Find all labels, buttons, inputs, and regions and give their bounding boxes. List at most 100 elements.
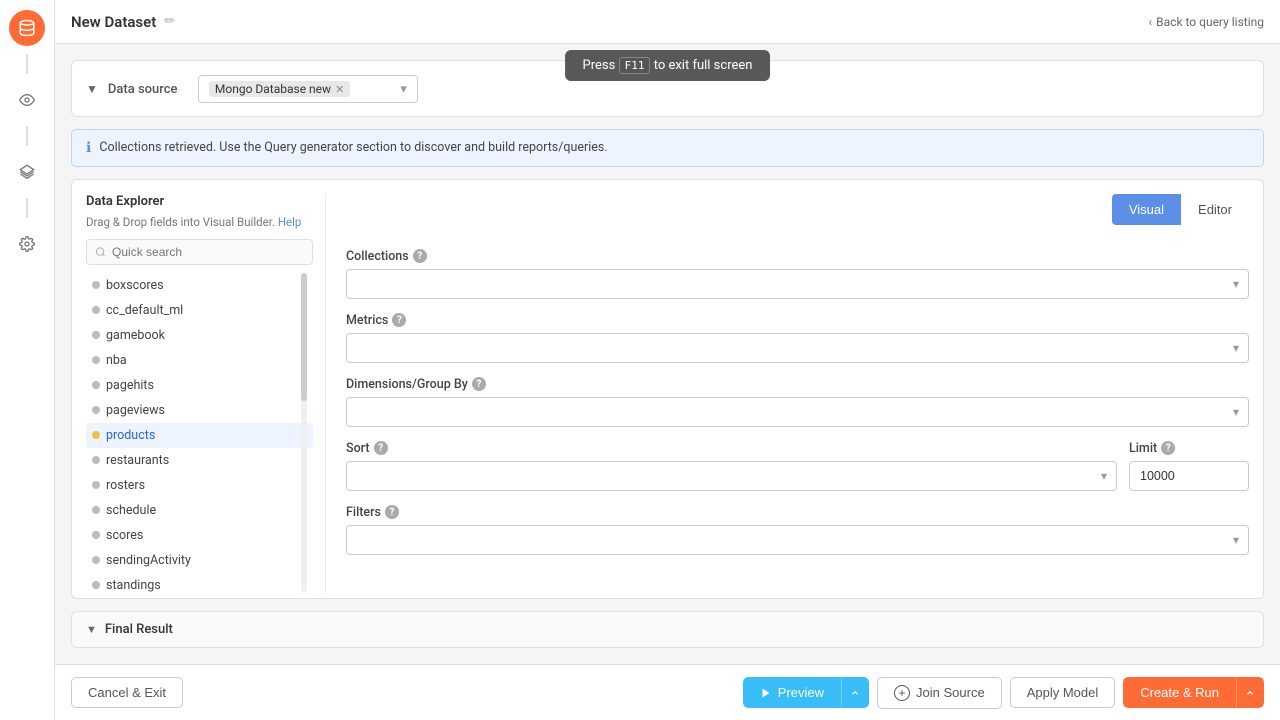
search-icon	[95, 246, 106, 258]
filters-select[interactable]	[346, 525, 1249, 555]
collection-item[interactable]: schedule	[86, 498, 313, 523]
join-source-button[interactable]: + Join Source	[877, 677, 1002, 709]
collection-dot	[92, 306, 100, 314]
cancel-exit-button[interactable]: Cancel & Exit	[71, 677, 183, 708]
sidebar-connector-2	[26, 126, 28, 146]
create-run-button[interactable]: Create & Run	[1123, 677, 1236, 708]
top-header: New Dataset ✏ ‹ Back to query listing	[55, 0, 1280, 44]
metrics-select-wrapper[interactable]	[346, 333, 1249, 363]
sidebar-icon-eye[interactable]	[9, 82, 45, 118]
back-link[interactable]: ‹ Back to query listing	[1149, 15, 1264, 29]
search-input[interactable]	[112, 245, 304, 259]
sidebar	[0, 0, 55, 720]
info-icon: ℹ	[86, 140, 91, 156]
collection-item[interactable]: restaurants	[86, 448, 313, 473]
explorer-layout: Data Explorer Drag & Drop fields into Vi…	[86, 194, 1249, 593]
page-title: New Dataset	[71, 13, 156, 31]
final-result-chevron[interactable]: ▼	[86, 623, 97, 636]
datasource-dropdown-icon: ▾	[400, 82, 407, 97]
collections-label: Collections ?	[346, 249, 1249, 264]
back-link-label: Back to query listing	[1156, 15, 1264, 29]
collection-item[interactable]: nba	[86, 348, 313, 373]
collection-item[interactable]: pageviews	[86, 398, 313, 423]
preview-dropdown-button[interactable]	[841, 677, 869, 708]
collections-select-wrapper[interactable]	[346, 269, 1249, 299]
right-toolbar: Preview + Join Source Apply Model Create…	[743, 677, 1264, 709]
dimensions-select[interactable]	[346, 397, 1249, 427]
explorer-panel: Data Explorer Drag & Drop fields into Vi…	[71, 179, 1264, 599]
datasource-tag-remove[interactable]: ✕	[335, 83, 344, 96]
search-box[interactable]	[86, 239, 313, 265]
sort-select-wrapper[interactable]	[346, 461, 1117, 491]
apply-model-button[interactable]: Apply Model	[1010, 677, 1116, 708]
view-visual-btn[interactable]: Visual	[1112, 194, 1181, 225]
dimensions-help-icon[interactable]: ?	[472, 377, 486, 391]
collections-select[interactable]	[346, 269, 1249, 299]
sidebar-icon-layers[interactable]	[9, 154, 45, 190]
filters-label: Filters ?	[346, 505, 1249, 520]
collection-dot	[92, 456, 100, 464]
join-plus-icon: +	[894, 685, 910, 701]
collection-item[interactable]: pagehits	[86, 373, 313, 398]
limit-input[interactable]	[1129, 461, 1249, 491]
collection-name: cc_default_ml	[106, 303, 183, 318]
collection-item[interactable]: standings	[86, 573, 313, 593]
info-banner: ℹ Collections retrieved. Use the Query g…	[71, 129, 1264, 167]
datasource-chevron[interactable]: ▼	[86, 82, 98, 96]
collection-dot	[92, 356, 100, 364]
sidebar-icon-settings[interactable]	[9, 226, 45, 262]
collection-item[interactable]: products	[86, 423, 313, 448]
collection-item[interactable]: scores	[86, 523, 313, 548]
filters-select-wrapper[interactable]	[346, 525, 1249, 555]
collection-name: rosters	[106, 478, 145, 493]
query-builder: Visual Editor Collections ?	[326, 194, 1249, 593]
collection-name: nba	[106, 353, 127, 368]
final-result-header: ▼ Final Result	[72, 612, 1263, 648]
edit-icon[interactable]: ✏	[164, 14, 175, 29]
dimensions-select-wrapper[interactable]	[346, 397, 1249, 427]
help-link[interactable]: Help	[278, 215, 302, 229]
metrics-label: Metrics ?	[346, 313, 1249, 328]
collection-item[interactable]: cc_default_ml	[86, 298, 313, 323]
collection-name: pagehits	[106, 378, 154, 393]
metrics-help-icon[interactable]: ?	[392, 313, 406, 327]
collection-name: scores	[106, 528, 143, 543]
collection-name: pageviews	[106, 403, 165, 418]
keyboard-shortcut: F11	[619, 57, 651, 74]
view-editor-btn[interactable]: Editor	[1181, 194, 1249, 225]
view-toggle-row: Visual Editor	[346, 194, 1249, 239]
scroll-thumb	[301, 273, 307, 401]
create-run-dropdown-button[interactable]	[1236, 677, 1264, 708]
dimensions-label: Dimensions/Group By ?	[346, 377, 1249, 392]
collection-dot	[92, 331, 100, 339]
explorer-title: Data Explorer	[86, 194, 313, 209]
preview-btn-group: Preview	[743, 677, 869, 708]
collection-dot	[92, 531, 100, 539]
limit-help-icon[interactable]: ?	[1161, 441, 1175, 455]
collection-item[interactable]: rosters	[86, 473, 313, 498]
explorer-panel-body: Data Explorer Drag & Drop fields into Vi…	[72, 180, 1263, 599]
collection-dot	[92, 281, 100, 289]
filters-section: Filters ?	[346, 505, 1249, 555]
collection-item[interactable]: gamebook	[86, 323, 313, 348]
datasource-select[interactable]: Mongo Database new ✕ ▾	[198, 75, 418, 103]
limit-label: Limit ?	[1129, 441, 1249, 456]
filters-help-icon[interactable]: ?	[385, 505, 399, 519]
fullscreen-toast: Press F11 to exit full screen	[565, 50, 771, 81]
sort-label: Sort ?	[346, 441, 1117, 456]
collections-section: Collections ?	[346, 249, 1249, 299]
sidebar-icon-database[interactable]	[9, 10, 45, 46]
collection-item[interactable]: sendingActivity	[86, 548, 313, 573]
collection-name: restaurants	[106, 453, 169, 468]
collection-item[interactable]: boxscores	[86, 273, 313, 298]
play-icon	[760, 687, 772, 699]
sort-help-icon[interactable]: ?	[374, 441, 388, 455]
collection-name: products	[106, 428, 155, 443]
final-result-panel: ▼ Final Result	[71, 611, 1264, 648]
metrics-select[interactable]	[346, 333, 1249, 363]
collections-help-icon[interactable]: ?	[413, 249, 427, 263]
sort-select[interactable]	[346, 461, 1117, 491]
collection-name: boxscores	[106, 278, 164, 293]
preview-button[interactable]: Preview	[743, 677, 841, 708]
collection-dot	[92, 381, 100, 389]
